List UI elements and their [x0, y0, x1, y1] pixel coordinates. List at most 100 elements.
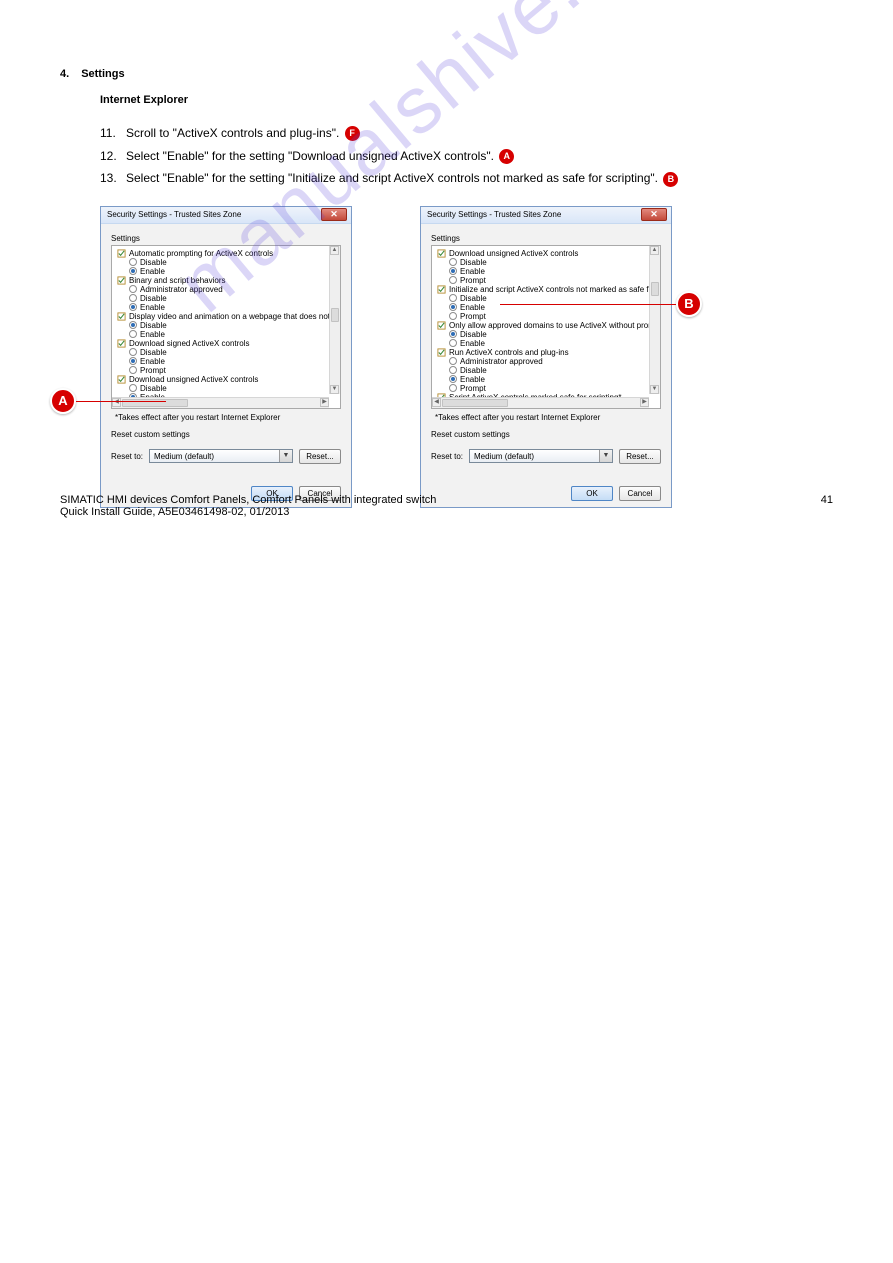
radio-option[interactable]: Disable: [449, 330, 658, 339]
setting-label: Run ActiveX controls and plug-ins: [449, 348, 569, 357]
chevron-down-icon[interactable]: ▼: [599, 450, 612, 462]
radio-icon[interactable]: [129, 267, 137, 275]
radio-icon[interactable]: [449, 312, 457, 320]
radio-option[interactable]: Disable: [449, 258, 658, 267]
tree-node: Binary and script behaviorsAdministrator…: [117, 276, 338, 312]
option-label: Disable: [140, 348, 167, 357]
setting-icon: [117, 249, 126, 258]
radio-option[interactable]: Prompt: [449, 276, 658, 285]
option-label: Disable: [460, 294, 487, 303]
step-13: 13. Select "Enable" for the setting "Ini…: [100, 169, 833, 188]
tree-node: Download unsigned ActiveX controlsDisabl…: [437, 249, 658, 285]
reset-button[interactable]: Reset...: [619, 449, 661, 464]
radio-icon[interactable]: [129, 357, 137, 365]
radio-icon[interactable]: [129, 330, 137, 338]
security-dialog-right: Security Settings - Trusted Sites Zone ✕…: [420, 206, 672, 508]
option-label: Disable: [140, 384, 167, 393]
radio-option[interactable]: Enable: [129, 303, 338, 312]
setting-label: Display video and animation on a webpage…: [129, 312, 341, 321]
radio-icon[interactable]: [449, 366, 457, 374]
radio-option[interactable]: Disable: [129, 321, 338, 330]
setting-icon: [437, 249, 446, 258]
radio-icon[interactable]: [449, 303, 457, 311]
radio-option[interactable]: Disable: [129, 384, 338, 393]
option-label: Disable: [460, 330, 487, 339]
security-dialog-left: Security Settings - Trusted Sites Zone ✕…: [100, 206, 352, 508]
annotation-badge-b: B: [676, 291, 702, 317]
option-label: Prompt: [140, 366, 166, 375]
radio-option[interactable]: Prompt: [449, 312, 658, 321]
radio-icon[interactable]: [449, 294, 457, 302]
radio-option[interactable]: Enable: [129, 330, 338, 339]
setting-icon: [437, 321, 446, 330]
radio-option[interactable]: Enable: [129, 357, 338, 366]
radio-icon[interactable]: [129, 366, 137, 374]
scrollbar-vertical[interactable]: ▲ ▼: [649, 246, 660, 394]
setting-icon: [117, 375, 126, 384]
reset-to-select[interactable]: Medium (default) ▼: [149, 449, 293, 463]
setting-label: Only allow approved domains to use Activ…: [449, 321, 661, 330]
radio-icon[interactable]: [129, 303, 137, 311]
radio-icon[interactable]: [129, 285, 137, 293]
scrollbar-vertical[interactable]: ▲ ▼: [329, 246, 340, 394]
radio-icon[interactable]: [449, 384, 457, 392]
radio-option[interactable]: Enable: [449, 339, 658, 348]
radio-icon[interactable]: [449, 375, 457, 383]
tree-node: Automatic prompting for ActiveX controls…: [117, 249, 338, 276]
chevron-down-icon[interactable]: ▼: [279, 450, 292, 462]
option-label: Administrator approved: [140, 285, 223, 294]
tree-node: Display video and animation on a webpage…: [117, 312, 338, 339]
radio-icon[interactable]: [449, 330, 457, 338]
option-label: Enable: [140, 267, 165, 276]
section-heading: 4.Settings: [60, 68, 833, 80]
option-label: Disable: [460, 258, 487, 267]
radio-option[interactable]: Administrator approved: [129, 285, 338, 294]
radio-icon[interactable]: [449, 339, 457, 347]
reset-button[interactable]: Reset...: [299, 449, 341, 464]
setting-icon: [117, 276, 126, 285]
radio-icon[interactable]: [129, 321, 137, 329]
radio-icon[interactable]: [129, 384, 137, 392]
radio-option[interactable]: Prompt: [129, 366, 338, 375]
scrollbar-horizontal[interactable]: ◀ ▶: [432, 397, 649, 408]
radio-icon[interactable]: [449, 357, 457, 365]
tree-node: Download signed ActiveX controlsDisableE…: [117, 339, 338, 375]
setting-icon: [437, 285, 446, 294]
radio-option[interactable]: Prompt: [449, 384, 658, 393]
settings-listbox[interactable]: Download unsigned ActiveX controlsDisabl…: [431, 245, 661, 409]
tree-node: Run ActiveX controls and plug-insAdminis…: [437, 348, 658, 393]
radio-option[interactable]: Disable: [449, 366, 658, 375]
settings-listbox[interactable]: Automatic prompting for ActiveX controls…: [111, 245, 341, 409]
radio-option[interactable]: Enable: [129, 267, 338, 276]
page-number: 41: [821, 494, 833, 518]
radio-icon[interactable]: [129, 258, 137, 266]
radio-icon[interactable]: [449, 267, 457, 275]
radio-icon[interactable]: [129, 348, 137, 356]
inline-badge-b: B: [663, 172, 678, 187]
option-label: Prompt: [460, 312, 486, 321]
option-label: Enable: [140, 357, 165, 366]
titlebar: Security Settings - Trusted Sites Zone ✕: [421, 207, 671, 224]
radio-option[interactable]: Disable: [449, 294, 658, 303]
radio-option[interactable]: Disable: [129, 294, 338, 303]
radio-option[interactable]: Administrator approved: [449, 357, 658, 366]
radio-option[interactable]: Enable: [449, 375, 658, 384]
radio-icon[interactable]: [449, 276, 457, 284]
option-label: Disable: [140, 294, 167, 303]
radio-option[interactable]: Disable: [129, 258, 338, 267]
radio-icon[interactable]: [129, 294, 137, 302]
reset-to-select[interactable]: Medium (default) ▼: [469, 449, 613, 463]
step-11: 11. Scroll to "ActiveX controls and plug…: [100, 124, 833, 143]
annotation-line-b: [500, 304, 676, 305]
close-icon[interactable]: ✕: [641, 208, 667, 221]
scrollbar-horizontal[interactable]: ◀ ▶: [112, 397, 329, 408]
radio-option[interactable]: Enable: [449, 267, 658, 276]
setting-icon: [437, 348, 446, 357]
inline-badge-a: A: [499, 149, 514, 164]
tree-node: Initialize and script ActiveX controls n…: [437, 285, 658, 321]
close-icon[interactable]: ✕: [321, 208, 347, 221]
radio-icon[interactable]: [449, 258, 457, 266]
radio-option[interactable]: Disable: [129, 348, 338, 357]
setting-label: Automatic prompting for ActiveX controls: [129, 249, 273, 258]
option-label: Enable: [460, 267, 485, 276]
